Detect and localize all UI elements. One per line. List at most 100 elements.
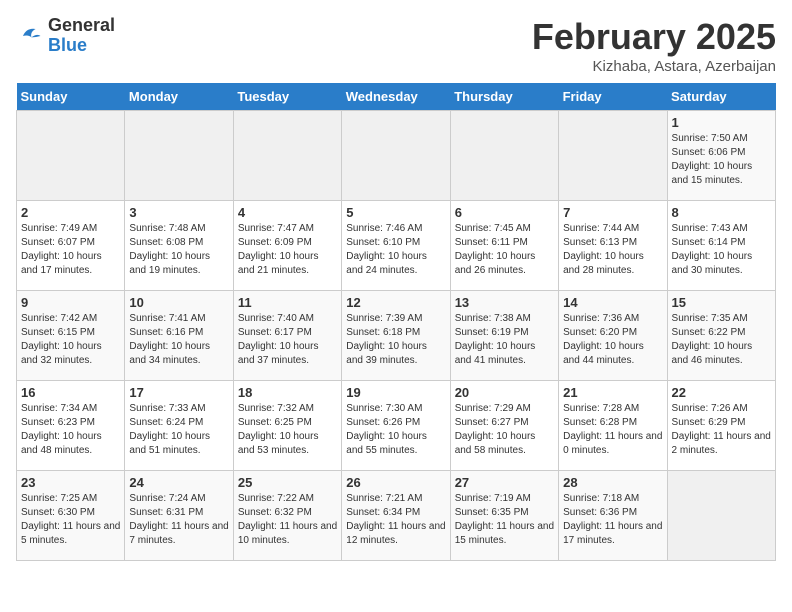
day-number: 13 (455, 295, 554, 310)
day-info: Sunrise: 7:50 AM Sunset: 6:06 PM Dayligh… (672, 132, 771, 188)
day-number: 7 (563, 205, 662, 220)
location-subtitle: Kizhaba, Astara, Azerbaijan (532, 58, 776, 75)
day-number: 8 (672, 205, 771, 220)
day-info: Sunrise: 7:21 AM Sunset: 6:34 PM Dayligh… (346, 492, 445, 548)
day-info: Sunrise: 7:34 AM Sunset: 6:23 PM Dayligh… (21, 402, 120, 458)
day-info: Sunrise: 7:18 AM Sunset: 6:36 PM Dayligh… (563, 492, 662, 548)
day-number: 10 (129, 295, 228, 310)
calendar-cell: 11 Sunrise: 7:40 AM Sunset: 6:17 PM Dayli… (233, 291, 341, 381)
logo-general: General (48, 16, 115, 36)
day-info: Sunrise: 7:35 AM Sunset: 6:22 PM Dayligh… (672, 312, 771, 368)
day-number: 6 (455, 205, 554, 220)
calendar-table: SundayMondayTuesdayWednesdayThursdayFrid… (16, 83, 776, 561)
day-number: 26 (346, 475, 445, 490)
calendar-cell: 28 Sunrise: 7:18 AM Sunset: 6:36 PM Dayli… (559, 471, 667, 561)
day-info: Sunrise: 7:48 AM Sunset: 6:08 PM Dayligh… (129, 222, 228, 278)
day-number: 14 (563, 295, 662, 310)
day-info: Sunrise: 7:28 AM Sunset: 6:28 PM Dayligh… (563, 402, 662, 458)
calendar-cell (17, 111, 125, 201)
calendar-cell: 5 Sunrise: 7:46 AM Sunset: 6:10 PM Daylig… (342, 201, 450, 291)
day-number: 11 (238, 295, 337, 310)
day-info: Sunrise: 7:49 AM Sunset: 6:07 PM Dayligh… (21, 222, 120, 278)
day-number: 17 (129, 385, 228, 400)
day-info: Sunrise: 7:40 AM Sunset: 6:17 PM Dayligh… (238, 312, 337, 368)
day-info: Sunrise: 7:47 AM Sunset: 6:09 PM Dayligh… (238, 222, 337, 278)
weekday-header-tuesday: Tuesday (233, 83, 341, 111)
day-number: 28 (563, 475, 662, 490)
calendar-cell (342, 111, 450, 201)
day-number: 3 (129, 205, 228, 220)
calendar-cell: 3 Sunrise: 7:48 AM Sunset: 6:08 PM Daylig… (125, 201, 233, 291)
weekday-header-thursday: Thursday (450, 83, 558, 111)
page-header: General Blue February 2025 Kizhaba, Asta… (16, 16, 776, 75)
day-info: Sunrise: 7:46 AM Sunset: 6:10 PM Dayligh… (346, 222, 445, 278)
weekday-header-sunday: Sunday (17, 83, 125, 111)
calendar-cell (559, 111, 667, 201)
calendar-cell: 22Sunrise: 7:26 AM Sunset: 6:29 PM Dayli… (667, 381, 775, 471)
calendar-week-row: 1 Sunrise: 7:50 AM Sunset: 6:06 PM Daylig… (17, 111, 776, 201)
calendar-cell: 20 Sunrise: 7:29 AM Sunset: 6:27 PM Dayli… (450, 381, 558, 471)
calendar-cell (450, 111, 558, 201)
day-number: 15 (672, 295, 771, 310)
day-number: 27 (455, 475, 554, 490)
weekday-header-monday: Monday (125, 83, 233, 111)
calendar-cell: 6 Sunrise: 7:45 AM Sunset: 6:11 PM Daylig… (450, 201, 558, 291)
day-info: Sunrise: 7:30 AM Sunset: 6:26 PM Dayligh… (346, 402, 445, 458)
calendar-week-row: 9 Sunrise: 7:42 AM Sunset: 6:15 PM Daylig… (17, 291, 776, 381)
calendar-cell: 16Sunrise: 7:34 AM Sunset: 6:23 PM Dayli… (17, 381, 125, 471)
day-number: 25 (238, 475, 337, 490)
day-info: Sunrise: 7:45 AM Sunset: 6:11 PM Dayligh… (455, 222, 554, 278)
day-info: Sunrise: 7:42 AM Sunset: 6:15 PM Dayligh… (21, 312, 120, 368)
calendar-cell: 26 Sunrise: 7:21 AM Sunset: 6:34 PM Dayli… (342, 471, 450, 561)
day-number: 5 (346, 205, 445, 220)
day-info: Sunrise: 7:29 AM Sunset: 6:27 PM Dayligh… (455, 402, 554, 458)
calendar-cell: 15 Sunrise: 7:35 AM Sunset: 6:22 PM Dayli… (667, 291, 775, 381)
day-info: Sunrise: 7:36 AM Sunset: 6:20 PM Dayligh… (563, 312, 662, 368)
day-info: Sunrise: 7:24 AM Sunset: 6:31 PM Dayligh… (129, 492, 228, 548)
calendar-week-row: 23 Sunrise: 7:25 AM Sunset: 6:30 PM Dayli… (17, 471, 776, 561)
day-info: Sunrise: 7:32 AM Sunset: 6:25 PM Dayligh… (238, 402, 337, 458)
logo-text: General Blue (48, 16, 115, 56)
day-number: 20 (455, 385, 554, 400)
day-number: 2 (21, 205, 120, 220)
calendar-cell: 8Sunrise: 7:43 AM Sunset: 6:14 PM Daylig… (667, 201, 775, 291)
calendar-cell: 4Sunrise: 7:47 AM Sunset: 6:09 PM Daylig… (233, 201, 341, 291)
day-info: Sunrise: 7:44 AM Sunset: 6:13 PM Dayligh… (563, 222, 662, 278)
day-number: 19 (346, 385, 445, 400)
day-number: 22 (672, 385, 771, 400)
day-info: Sunrise: 7:19 AM Sunset: 6:35 PM Dayligh… (455, 492, 554, 548)
day-info: Sunrise: 7:39 AM Sunset: 6:18 PM Dayligh… (346, 312, 445, 368)
calendar-cell: 7 Sunrise: 7:44 AM Sunset: 6:13 PM Daylig… (559, 201, 667, 291)
day-number: 9 (21, 295, 120, 310)
day-info: Sunrise: 7:22 AM Sunset: 6:32 PM Dayligh… (238, 492, 337, 548)
weekday-header-wednesday: Wednesday (342, 83, 450, 111)
calendar-cell: 13 Sunrise: 7:38 AM Sunset: 6:19 PM Dayli… (450, 291, 558, 381)
day-number: 12 (346, 295, 445, 310)
day-info: Sunrise: 7:41 AM Sunset: 6:16 PM Dayligh… (129, 312, 228, 368)
title-section: February 2025 Kizhaba, Astara, Azerbaija… (532, 16, 776, 75)
day-info: Sunrise: 7:25 AM Sunset: 6:30 PM Dayligh… (21, 492, 120, 548)
day-number: 21 (563, 385, 662, 400)
day-number: 23 (21, 475, 120, 490)
calendar-week-row: 2 Sunrise: 7:49 AM Sunset: 6:07 PM Daylig… (17, 201, 776, 291)
day-number: 18 (238, 385, 337, 400)
calendar-cell: 14 Sunrise: 7:36 AM Sunset: 6:20 PM Dayli… (559, 291, 667, 381)
day-number: 1 (672, 115, 771, 130)
calendar-cell: 18 Sunrise: 7:32 AM Sunset: 6:25 PM Dayli… (233, 381, 341, 471)
calendar-cell: 17Sunrise: 7:33 AM Sunset: 6:24 PM Dayli… (125, 381, 233, 471)
calendar-cell: 24 Sunrise: 7:24 AM Sunset: 6:31 PM Dayli… (125, 471, 233, 561)
logo: General Blue (16, 16, 115, 56)
calendar-header-row: SundayMondayTuesdayWednesdayThursdayFrid… (17, 83, 776, 111)
weekday-header-friday: Friday (559, 83, 667, 111)
calendar-cell: 21 Sunrise: 7:28 AM Sunset: 6:28 PM Dayli… (559, 381, 667, 471)
calendar-cell: 9 Sunrise: 7:42 AM Sunset: 6:15 PM Daylig… (17, 291, 125, 381)
calendar-cell: 2 Sunrise: 7:49 AM Sunset: 6:07 PM Daylig… (17, 201, 125, 291)
calendar-cell (233, 111, 341, 201)
day-number: 24 (129, 475, 228, 490)
logo-blue: Blue (48, 36, 115, 56)
calendar-cell (125, 111, 233, 201)
calendar-cell: 19 Sunrise: 7:30 AM Sunset: 6:26 PM Dayli… (342, 381, 450, 471)
day-info: Sunrise: 7:38 AM Sunset: 6:19 PM Dayligh… (455, 312, 554, 368)
weekday-header-saturday: Saturday (667, 83, 775, 111)
calendar-cell: 25 Sunrise: 7:22 AM Sunset: 6:32 PM Dayli… (233, 471, 341, 561)
